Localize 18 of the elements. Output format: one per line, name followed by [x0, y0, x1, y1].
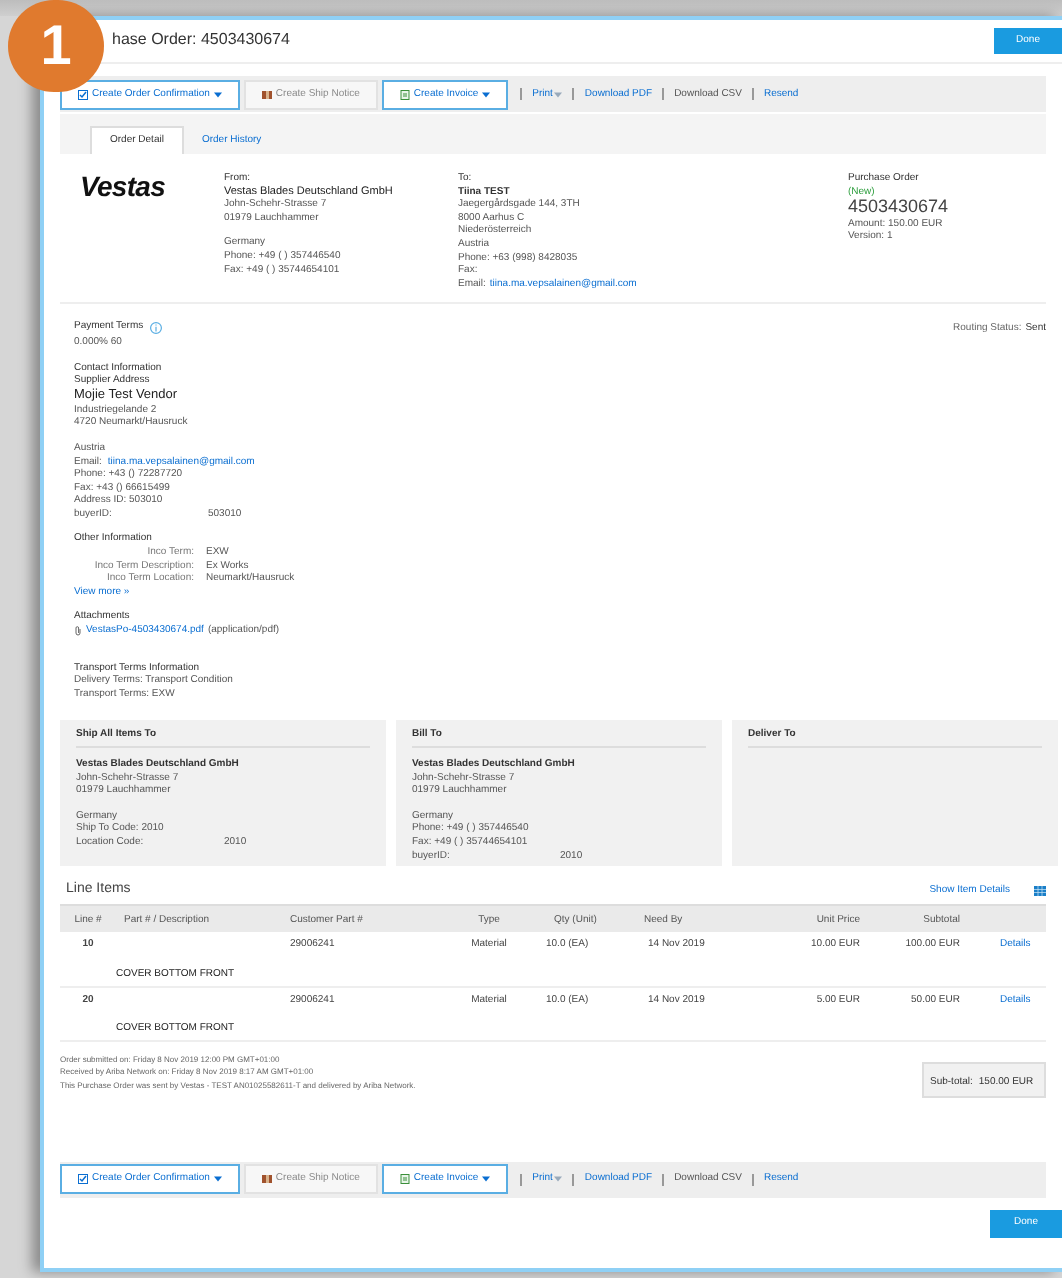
caret-icon — [554, 91, 563, 97]
caret-icon — [213, 1176, 222, 1183]
document-icon — [399, 1174, 410, 1185]
check-icon — [78, 89, 88, 99]
page-title: hase Order: 4503430674 — [112, 34, 290, 48]
info-icon[interactable] — [149, 321, 162, 334]
caret-icon — [554, 1176, 563, 1183]
document-icon — [399, 89, 410, 99]
table-icon[interactable] — [1034, 885, 1046, 896]
paperclip-icon — [74, 625, 82, 636]
check-icon — [78, 1174, 88, 1185]
box-icon — [261, 89, 272, 99]
caret-icon — [482, 91, 491, 97]
order-number: 4503430674 — [848, 196, 949, 217]
caret-icon — [482, 1176, 491, 1183]
logo: Vestas — [80, 172, 168, 206]
caret-icon — [213, 91, 222, 97]
box-icon — [261, 1174, 272, 1185]
